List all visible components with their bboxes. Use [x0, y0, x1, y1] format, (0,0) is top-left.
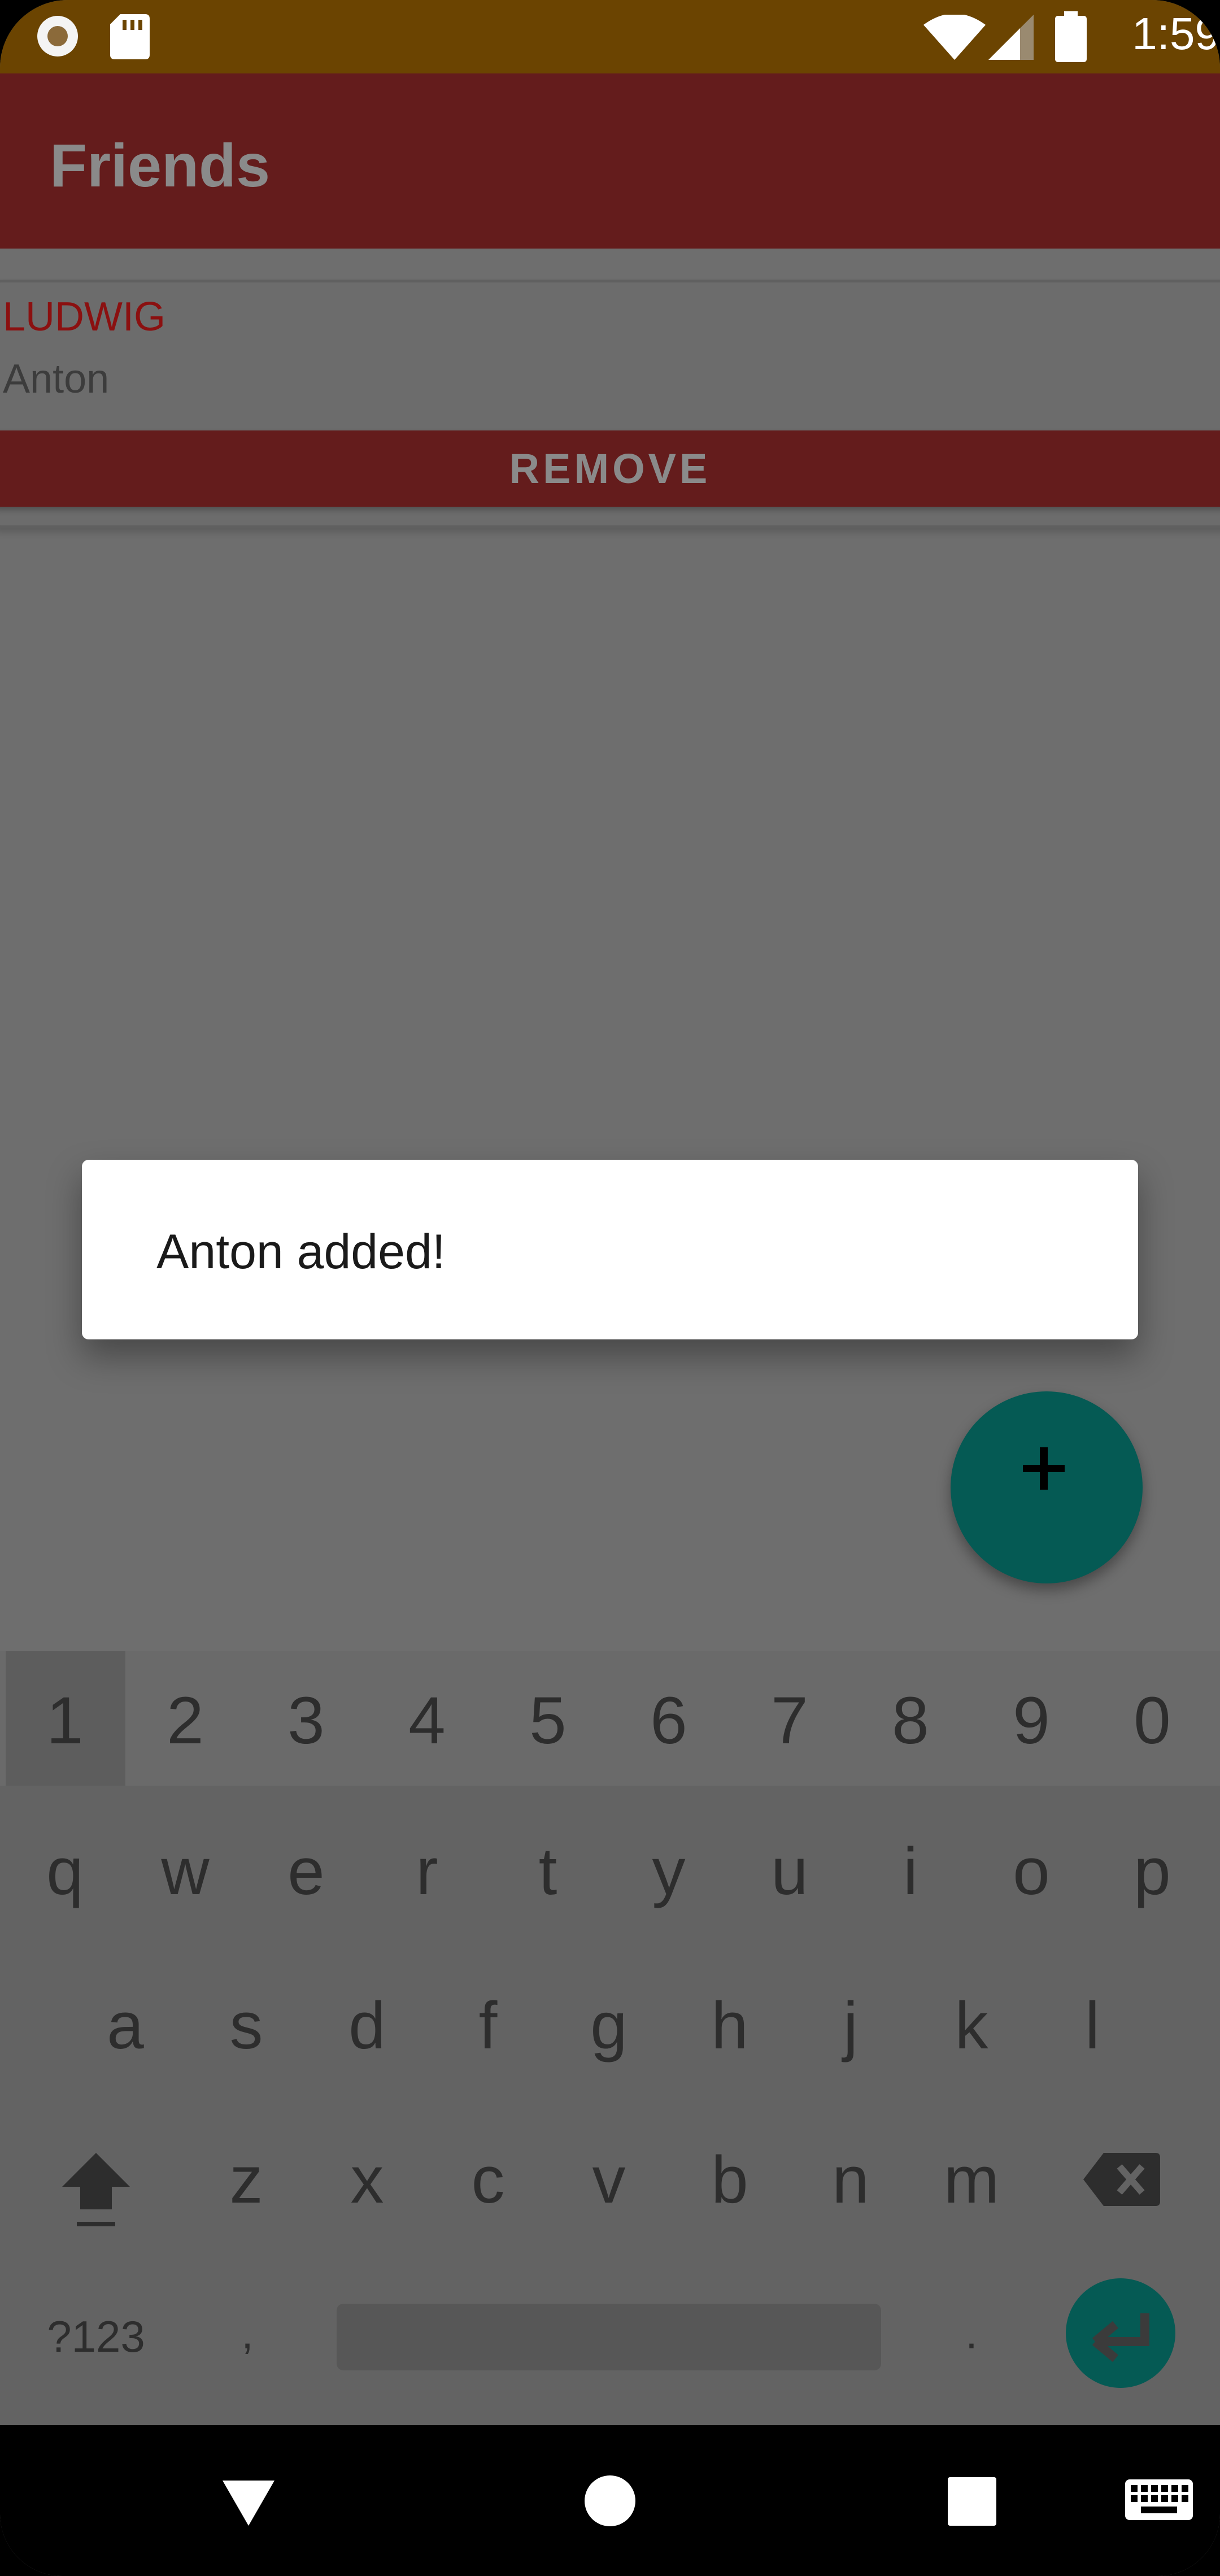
key-9[interactable]: 9	[975, 1682, 1088, 1759]
enter-icon	[1092, 2313, 1149, 2362]
key-g[interactable]: g	[552, 1987, 665, 2064]
key-y[interactable]: y	[612, 1833, 725, 1910]
key-j[interactable]: j	[794, 1987, 907, 2064]
key-t[interactable]: t	[491, 1833, 604, 1910]
key-r[interactable]: r	[371, 1833, 483, 1910]
keyboard-icon[interactable]	[1125, 2479, 1193, 2525]
key-l[interactable]: l	[1036, 1987, 1149, 2064]
back-icon[interactable]	[220, 2477, 277, 2528]
key-0[interactable]: 0	[1096, 1682, 1209, 1759]
add-friend-button[interactable]	[951, 1391, 1143, 1583]
key-1[interactable]: 1	[8, 1682, 121, 1759]
key-6[interactable]: 6	[612, 1682, 725, 1759]
notification-ring-icon	[37, 16, 78, 56]
dialog-message: Anton added!	[156, 1225, 446, 1279]
key-w[interactable]: w	[129, 1833, 242, 1910]
friend-card: LUDWIG Anton REMOVE	[0, 280, 1220, 528]
key-u[interactable]: u	[733, 1833, 846, 1910]
key-i[interactable]: i	[854, 1833, 967, 1910]
app-bar: Friends	[0, 73, 1220, 249]
key-p[interactable]: p	[1096, 1833, 1209, 1910]
backspace-icon[interactable]	[1082, 2148, 1161, 2211]
navigation-bar	[0, 2425, 1220, 2576]
page-title: Friends	[50, 131, 271, 199]
comma-key[interactable]: ,	[191, 2308, 304, 2359]
key-4[interactable]: 4	[371, 1682, 483, 1759]
key-2[interactable]: 2	[129, 1682, 242, 1759]
key-s[interactable]: s	[190, 1987, 303, 2064]
recents-icon[interactable]	[948, 2477, 996, 2526]
key-7[interactable]: 7	[733, 1682, 846, 1759]
remove-button-label: REMOVE	[509, 445, 711, 492]
key-n[interactable]: n	[794, 2142, 907, 2218]
period-key[interactable]: .	[915, 2308, 1028, 2359]
space-bar[interactable]	[337, 2304, 881, 2370]
key-m[interactable]: m	[915, 2142, 1028, 2218]
friend-name: LUDWIG	[3, 294, 165, 340]
key-q[interactable]: q	[8, 1833, 121, 1910]
wifi-icon	[923, 15, 986, 60]
key-f[interactable]: f	[432, 1987, 544, 2064]
status-time: 1:59	[1132, 8, 1220, 59]
sd-card-icon	[110, 14, 150, 59]
key-e[interactable]: e	[250, 1833, 363, 1910]
remove-button[interactable]: REMOVE	[0, 430, 1220, 507]
status-bar: 1:59	[0, 0, 1220, 73]
key-v[interactable]: v	[552, 2142, 665, 2218]
key-c[interactable]: c	[432, 2142, 544, 2218]
key-3[interactable]: 3	[250, 1682, 363, 1759]
signal-icon	[988, 15, 1034, 60]
toast-dialog: Anton added!	[82, 1160, 1138, 1339]
shift-icon[interactable]	[56, 2147, 136, 2232]
key-8[interactable]: 8	[854, 1682, 967, 1759]
plus-icon	[1023, 1447, 1065, 1490]
friend-subtitle: Anton	[3, 356, 110, 402]
key-d[interactable]: d	[311, 1987, 424, 2064]
phone-screen: 1:59 Friends LUDWIG Anton REMOVE Anton a…	[0, 0, 1220, 2576]
home-icon[interactable]	[583, 2474, 637, 2527]
key-k[interactable]: k	[915, 1987, 1028, 2064]
key-z[interactable]: z	[190, 2142, 303, 2218]
key-h[interactable]: h	[673, 1987, 786, 2064]
key-x[interactable]: x	[311, 2142, 424, 2218]
soft-keyboard: 1 2 3 4 5 6 7 8 9 0 q w e r t y u i o p …	[0, 1651, 1220, 2425]
key-5[interactable]: 5	[491, 1682, 604, 1759]
key-a[interactable]: a	[69, 1987, 182, 2064]
key-b[interactable]: b	[673, 2142, 786, 2218]
enter-button[interactable]	[1066, 2278, 1175, 2388]
symbols-key[interactable]: ?123	[40, 2311, 152, 2362]
battery-icon	[1055, 11, 1087, 62]
key-o[interactable]: o	[975, 1833, 1088, 1910]
